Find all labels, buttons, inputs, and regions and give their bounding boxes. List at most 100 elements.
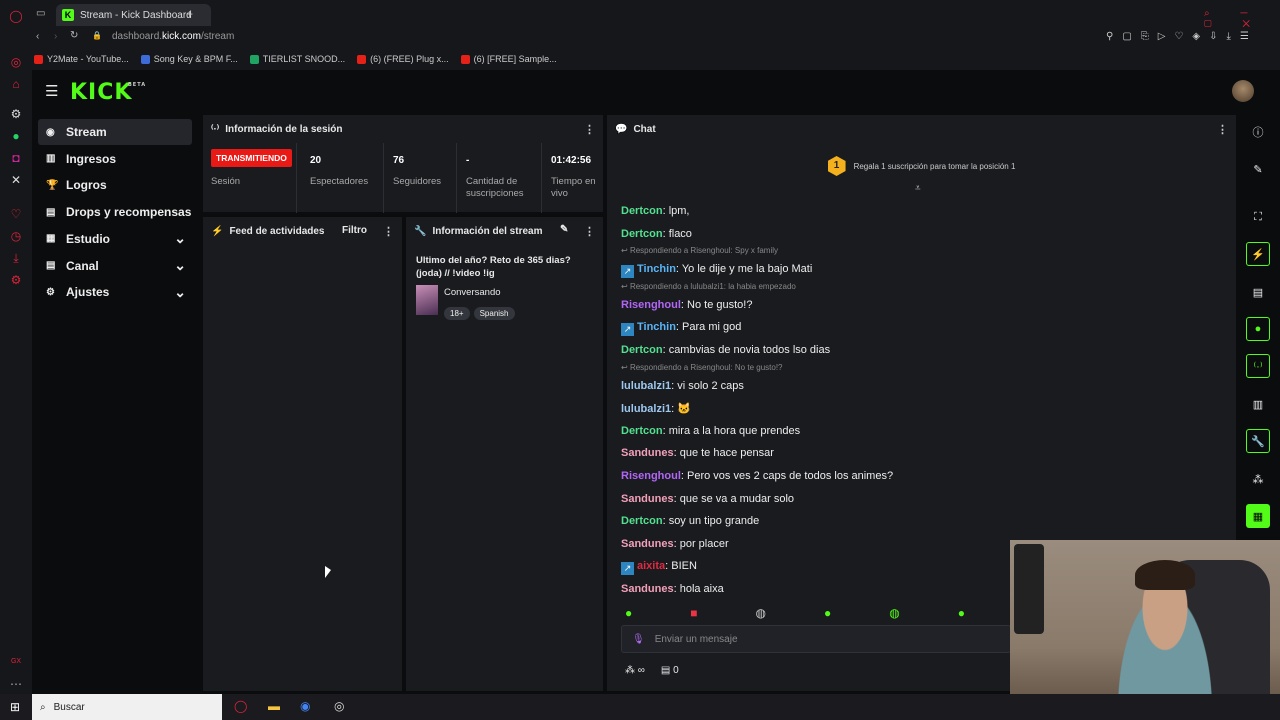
kick-logo[interactable]: KICK BETA <box>70 80 145 105</box>
chat-more-icon[interactable]: ⋮ <box>1217 123 1228 136</box>
chat-username[interactable]: Sandunes <box>621 493 674 505</box>
connections-icon[interactable]: ⁂ <box>1246 467 1270 491</box>
chat-message[interactable]: lulubalzi1: vi solo 2 caps <box>621 380 744 392</box>
more-icon[interactable]: ⋯ <box>8 676 24 692</box>
bookmark-item[interactable]: (6) [FREE] Sample... <box>460 54 557 64</box>
chat-message[interactable]: lulubalzi1: 🐱 <box>621 402 691 415</box>
chat-username[interactable]: aixita <box>637 560 665 572</box>
reload-icon[interactable]: ↻ <box>70 30 78 41</box>
info-icon[interactable]: ⓘ <box>1246 120 1270 144</box>
edit-icon[interactable]: ✎ <box>560 224 568 235</box>
chat-input[interactable]: 🎙 Enviar un mensaje <box>621 625 1011 653</box>
avatar[interactable] <box>1232 80 1254 102</box>
cart-display[interactable]: ▤ 0 <box>661 665 679 676</box>
sidebar-item-ingresos[interactable]: ▥ Ingresos <box>38 146 192 172</box>
chevron-down-icon[interactable]: ⌄ <box>174 284 186 301</box>
microphone-icon[interactable]: 🎙 <box>632 634 645 645</box>
x-icon[interactable]: ✕ <box>8 172 24 188</box>
chat-message[interactable]: Dertcon: mira a la hora que prendes <box>621 425 800 437</box>
chat-username[interactable]: Sandunes <box>621 447 674 459</box>
sidebar-item-stream[interactable]: ◉ Stream <box>38 119 192 145</box>
emote-icon[interactable]: ■ <box>690 606 697 620</box>
sidebar-item-ajustes[interactable]: ⚙ Ajustes ⌄ <box>38 279 192 305</box>
notes-icon[interactable]: ▤ <box>1246 280 1270 304</box>
chat-message[interactable]: Risenghoul: Pero vos ves 2 caps de todos… <box>621 470 893 482</box>
chat-message[interactable]: Sandunes: por placer <box>621 538 729 550</box>
chrome-taskbar-icon[interactable]: ◉ <box>300 699 310 713</box>
activity-icon[interactable]: ⚡ <box>1246 242 1270 266</box>
points-display[interactable]: ⁂ ∞ <box>625 665 645 676</box>
browser-toolbar-icons[interactable]: ⚲▢⎘▷♡◈⇩⤓☰ <box>1106 31 1258 42</box>
chevron-down-icon[interactable]: ⌄ <box>174 230 186 247</box>
feed-more-icon[interactable]: ⋮ <box>383 225 394 238</box>
sidebar-item-drops[interactable]: ▤ Drops y recompensas <box>38 199 192 225</box>
chat-message[interactable]: Risenghoul: No te gusto!? <box>621 299 752 311</box>
tab-overview-icon[interactable]: ▭ <box>36 8 45 19</box>
chat-username[interactable]: lulubalzi1 <box>621 403 671 415</box>
sidebar-item-canal[interactable]: ▤ Canal ⌄ <box>38 253 192 279</box>
chat-username[interactable]: Dertcon <box>621 228 663 240</box>
session-more-icon[interactable]: ⋮ <box>584 123 595 136</box>
reply-context[interactable]: ↩ Respondiendo a Risenghoul: No te gusto… <box>621 363 783 372</box>
chat-message[interactable]: Dertcon: cambvias de novia todos lso dia… <box>621 344 830 356</box>
bookmark-item[interactable]: (6) (FREE) Plug x... <box>357 54 449 64</box>
opera-taskbar-icon[interactable]: ◯ <box>234 699 247 713</box>
menu-icon[interactable]: ☰ <box>45 82 58 100</box>
stream-info-more-icon[interactable]: ⋮ <box>584 225 595 238</box>
emote-icon[interactable]: ◍ <box>756 606 766 620</box>
chat-username[interactable]: lulubalzi1 <box>621 380 671 392</box>
emote-icon[interactable]: ● <box>958 606 965 620</box>
emote-icon[interactable]: ◍ <box>889 606 899 620</box>
windows-start-icon[interactable]: ⊞ <box>10 700 20 714</box>
chat-message[interactable]: Sandunes: que te hace pensar <box>621 447 774 459</box>
chat-username[interactable]: Tinchin <box>637 321 676 333</box>
reply-context[interactable]: ↩ Respondiendo a Risenghoul: Spy x famil… <box>621 246 778 255</box>
chat-message[interactable]: Dertcon: lpm, <box>621 205 689 217</box>
chat-message[interactable]: ↗ aixita: BIEN <box>621 560 697 576</box>
chat-username[interactable]: Risenghoul <box>621 299 681 311</box>
broadcast-toggle-icon[interactable]: ⁽·⁾ <box>1246 354 1270 378</box>
chat-username[interactable]: Risenghoul <box>621 470 681 482</box>
history-icon[interactable]: ◷ <box>8 228 24 244</box>
reply-context[interactable]: ↩ Respondiendo a lulubalzi1: la habia em… <box>621 282 796 291</box>
opera-workspace-icon[interactable]: ◎ <box>8 54 24 70</box>
url-field[interactable]: dashboard.kick.com/stream <box>112 31 234 42</box>
chat-message[interactable]: Dertcon: flaco <box>621 228 692 240</box>
explorer-taskbar-icon[interactable]: ▬ <box>268 699 280 713</box>
new-tab-button[interactable]: + <box>186 7 193 21</box>
chat-message[interactable]: Sandunes: hola aixa <box>621 583 724 595</box>
gift-rank-banner[interactable]: 1 Regala 1 suscripción para tomar la pos… <box>607 145 1236 187</box>
chat-username[interactable]: Dertcon <box>621 205 663 217</box>
chat-username[interactable]: Dertcon <box>621 425 663 437</box>
bookmark-item[interactable]: Song Key & BPM F... <box>140 54 238 64</box>
download-icon[interactable]: ⤓ <box>8 250 24 266</box>
chat-username[interactable]: Sandunes <box>621 538 674 550</box>
filter-button[interactable]: Filtro <box>342 225 367 236</box>
forward-icon[interactable]: › <box>54 31 57 42</box>
chat-username[interactable]: Dertcon <box>621 515 663 527</box>
chat-username[interactable]: Dertcon <box>621 344 663 356</box>
chat-message[interactable]: ↗ Tinchin: Para mi god <box>621 321 741 337</box>
chevron-down-icon[interactable]: ⌄ <box>174 257 186 274</box>
emote-icon[interactable]: ● <box>824 606 831 620</box>
clapper-icon[interactable]: ▦ <box>1246 504 1270 528</box>
sidebar-item-estudio[interactable]: ▦ Estudio ⌄ <box>38 226 192 252</box>
settings-icon[interactable]: ⚙ <box>8 272 24 288</box>
chatgpt-icon[interactable]: ⚙ <box>8 106 24 122</box>
fullscreen-icon[interactable]: ⛶ <box>1246 205 1270 229</box>
taskbar-search[interactable]: ⌕ Buscar <box>32 694 222 720</box>
layout-icon[interactable]: ▥ <box>1246 392 1270 416</box>
obs-taskbar-icon[interactable]: ◎ <box>334 699 344 713</box>
back-icon[interactable]: ‹ <box>36 31 39 42</box>
bookmark-item[interactable]: TIERLIST SNOOD... <box>249 54 345 64</box>
heart-icon[interactable]: ♡ <box>8 206 24 222</box>
emote-icon[interactable]: ● <box>625 606 632 620</box>
chat-username[interactable]: Tinchin <box>637 263 676 275</box>
instagram-icon[interactable]: ◘ <box>8 150 24 166</box>
chat-message[interactable]: Sandunes: que se va a mudar solo <box>621 493 794 505</box>
whatsapp-icon[interactable]: ● <box>8 128 24 144</box>
tools-icon[interactable]: 🔧 <box>1246 429 1270 453</box>
pencil-icon[interactable]: ✎ <box>1246 157 1270 181</box>
sidebar-item-logros[interactable]: 🏆 Logros <box>38 172 192 198</box>
bookmark-item[interactable]: Y2Mate - YouTube... <box>34 54 129 64</box>
